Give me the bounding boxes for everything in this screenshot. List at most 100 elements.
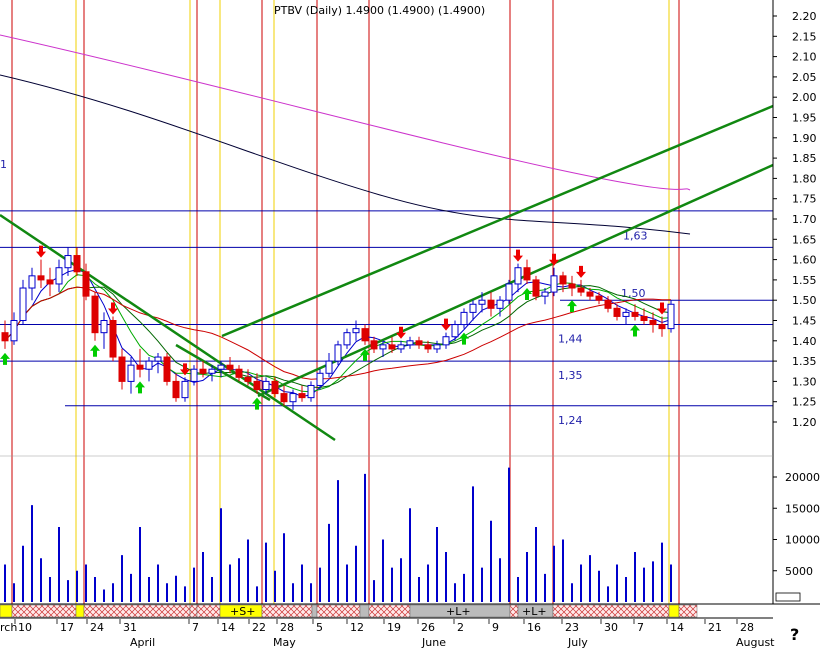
candle-body (451, 324, 459, 338)
candle-body (532, 279, 540, 297)
candle-body (379, 344, 387, 350)
x-tick-label: 14 (670, 621, 684, 634)
price-tick-label: 1.80 (792, 172, 817, 185)
price-tick-label: 1.60 (792, 254, 817, 267)
x-tick-label: 30 (604, 621, 618, 634)
candle-body (406, 340, 414, 346)
candle-body (613, 307, 621, 317)
signal-segment (359, 604, 370, 618)
candle-body (163, 356, 171, 382)
price-tick-label: 2.20 (792, 10, 817, 23)
candle-body (595, 295, 603, 301)
sell-arrow-icon (657, 302, 667, 315)
candle-body (667, 303, 675, 330)
signal-segment (196, 604, 221, 618)
candle-body (91, 295, 99, 334)
signal-label: +L+ (522, 605, 547, 618)
signal-bar-layer: +S+ +L+ +L+ (0, 604, 698, 618)
candle-body (568, 283, 576, 289)
candle-body (298, 393, 306, 399)
price-tick-label: 1.20 (792, 416, 817, 429)
x-tick-label: 12 (350, 621, 364, 634)
candle-body (541, 291, 549, 297)
price-tick-label: 1.65 (792, 233, 817, 246)
x-tick-label: 16 (527, 621, 541, 634)
signal-segment (261, 604, 313, 618)
candle-body (28, 275, 36, 289)
price-tick-label: 1.75 (792, 193, 817, 206)
price-tick-label: 2.15 (792, 30, 817, 43)
x-tick-label: 22 (252, 621, 266, 634)
price-tick-label: 1.45 (792, 315, 817, 328)
candle-body (154, 356, 162, 362)
candle-body (622, 311, 630, 317)
candle-body (649, 320, 657, 326)
candle-body (172, 380, 180, 399)
candle-body (325, 360, 333, 374)
signal-segment (678, 604, 698, 618)
candle-body (244, 376, 252, 382)
candle-body (658, 324, 666, 330)
candle-body (37, 275, 45, 281)
ma-200-line (0, 34, 691, 191)
candle-body (577, 287, 585, 293)
price-tick-label: 1.55 (792, 274, 817, 287)
x-tick-label: 24 (90, 621, 104, 634)
buy-arrow-icon (567, 300, 577, 313)
candle-body (415, 340, 423, 346)
volume-tick-label: 20000 (785, 471, 820, 484)
signal-arrow-layer (0, 245, 667, 410)
level-label: 1,35 (558, 369, 583, 382)
candle-body (334, 344, 342, 362)
x-tick-label: 28 (280, 621, 294, 634)
x-tick-label: 10 (18, 621, 32, 634)
sell-arrow-icon (396, 326, 406, 339)
candle-body (433, 344, 441, 350)
sell-arrow-icon (108, 302, 118, 315)
candle-body (370, 340, 378, 350)
help-icon[interactable]: ? (790, 625, 799, 644)
candle-body (478, 299, 486, 305)
price-tick-label: 1.35 (792, 355, 817, 368)
candle-body (19, 287, 27, 321)
candle-body (523, 267, 531, 281)
candle-body (289, 393, 297, 403)
candlestick-layer (1, 247, 675, 410)
month-label: July (567, 636, 588, 648)
candle-body (280, 393, 288, 403)
candle-body (253, 380, 261, 391)
buy-arrow-icon (630, 324, 640, 337)
candle-body (271, 380, 279, 395)
candle-body (1, 332, 9, 342)
candle-body (487, 299, 495, 309)
candle-body (55, 267, 63, 285)
signal-label: +S+ (230, 605, 255, 618)
x-tick-label: 28 (740, 621, 754, 634)
price-tick-label: 2.00 (792, 91, 817, 104)
price-tick-label: 2.05 (792, 71, 817, 84)
signal-segment (189, 604, 198, 618)
x-tick-label: 17 (60, 621, 74, 634)
candle-body (586, 291, 594, 297)
x-tick-label: 14 (221, 621, 235, 634)
candle-body (199, 368, 207, 374)
candle-body (73, 255, 81, 273)
chart-title: PTBV (Daily) 1.4900 (1.4900) (1.4900) (274, 4, 485, 17)
buy-arrow-icon (135, 381, 145, 394)
price-tick-label: 1.25 (792, 396, 817, 409)
signal-segment (0, 604, 13, 618)
level-label: 1,44 (558, 333, 583, 346)
candle-body (10, 320, 18, 342)
month-label: June (421, 636, 446, 648)
price-tick-label: 1.85 (792, 152, 817, 165)
candle-body (631, 311, 639, 317)
x-tick-label: 21 (708, 621, 722, 634)
signal-segment (368, 604, 411, 618)
candle-body (145, 360, 153, 370)
price-tick-label: 1.90 (792, 132, 817, 145)
candle-body (550, 275, 558, 293)
month-label: April (130, 636, 155, 648)
grid-layer (11, 0, 680, 604)
candle-body (118, 356, 126, 382)
signal-segment (83, 604, 191, 618)
